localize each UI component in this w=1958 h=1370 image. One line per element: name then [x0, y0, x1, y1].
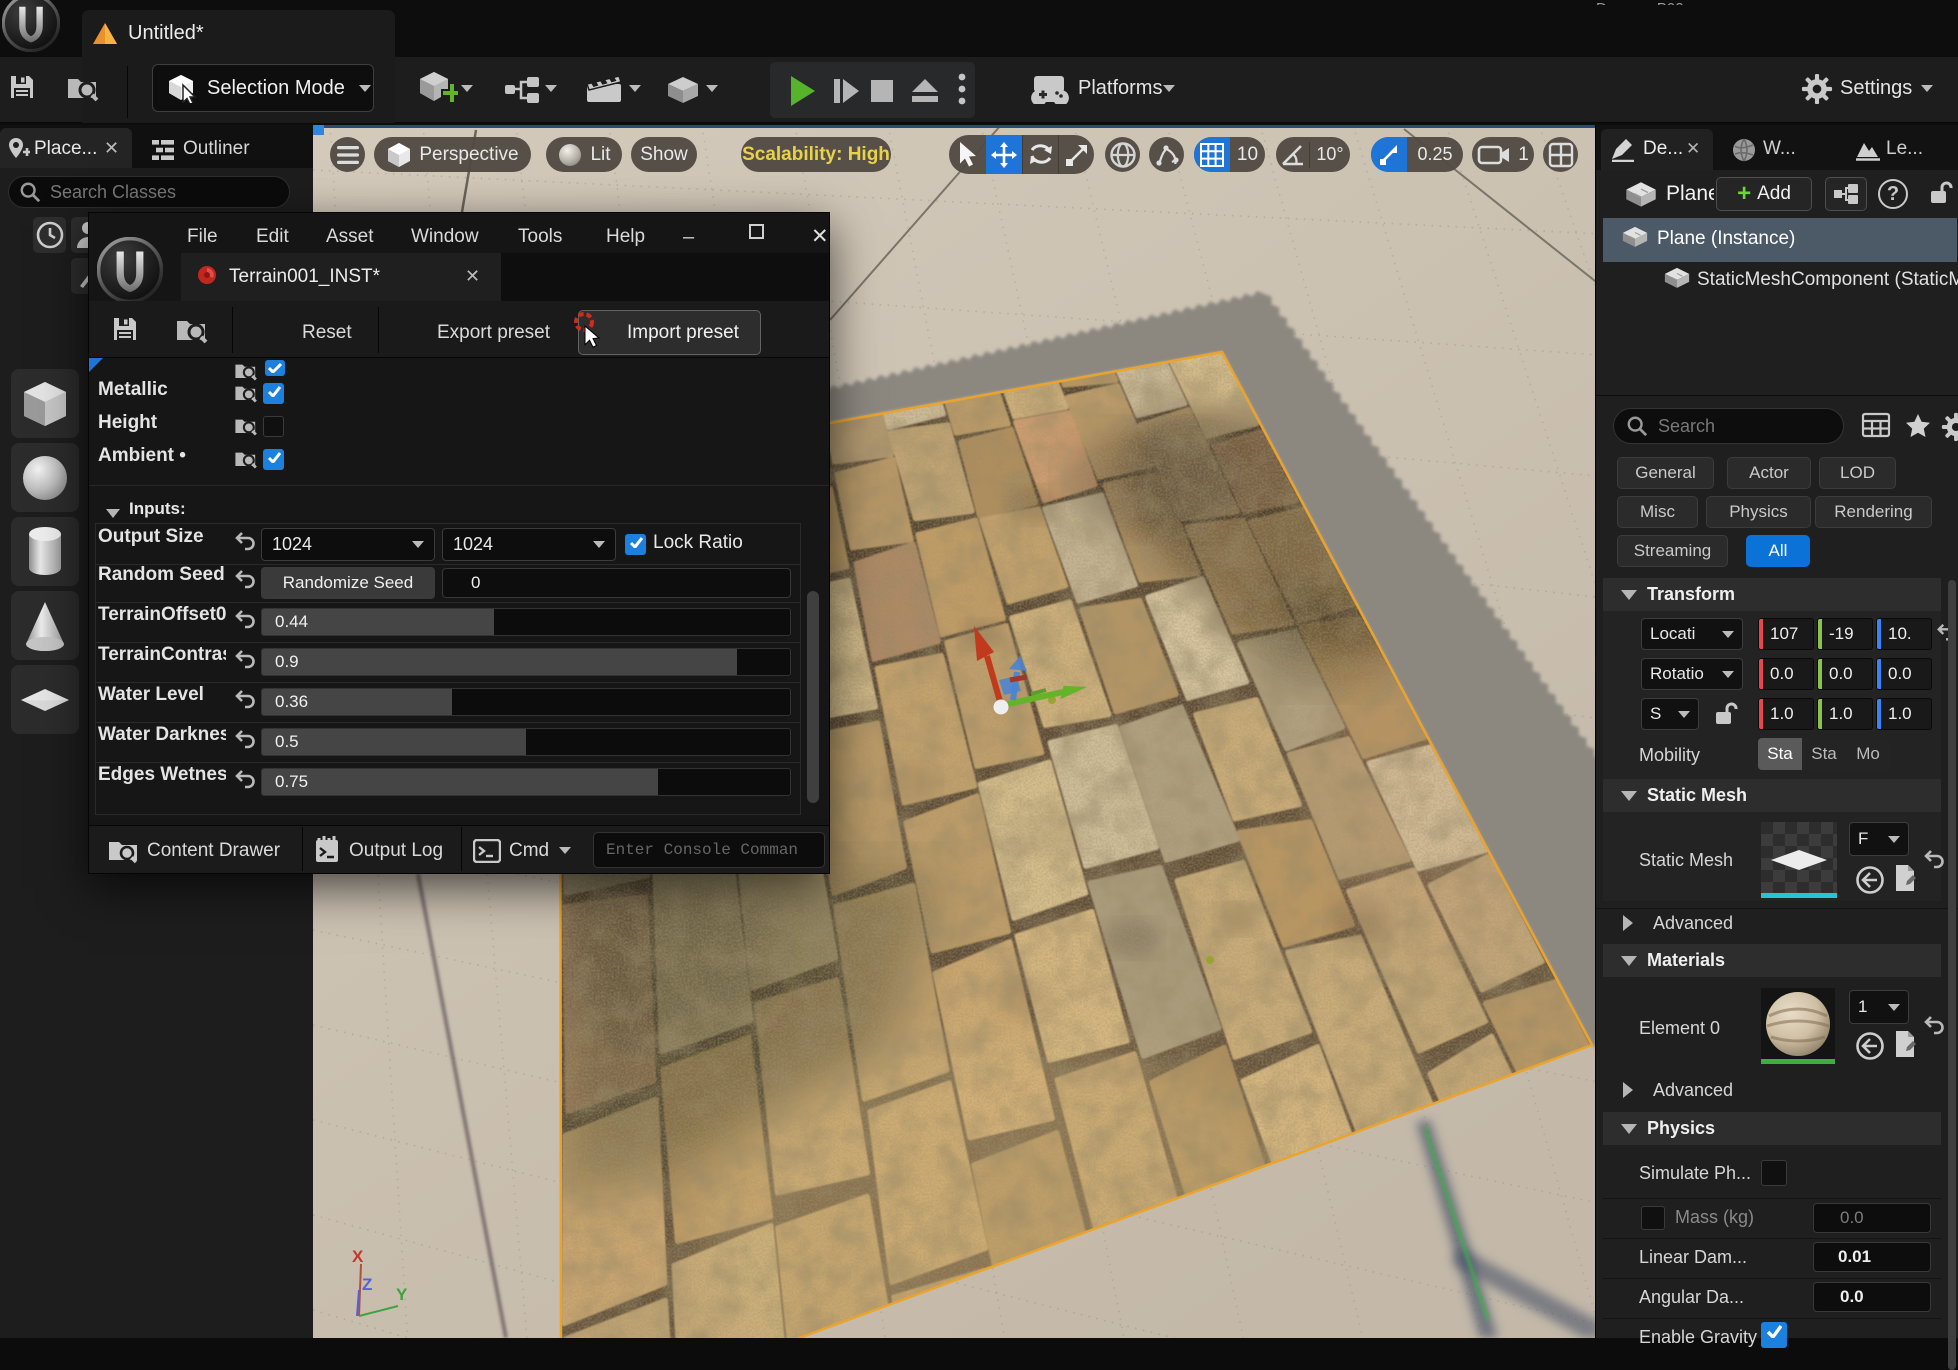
svg-text:X: X	[352, 1247, 364, 1266]
svg-text:Y: Y	[396, 1285, 408, 1304]
svg-text:Z: Z	[362, 1275, 372, 1294]
